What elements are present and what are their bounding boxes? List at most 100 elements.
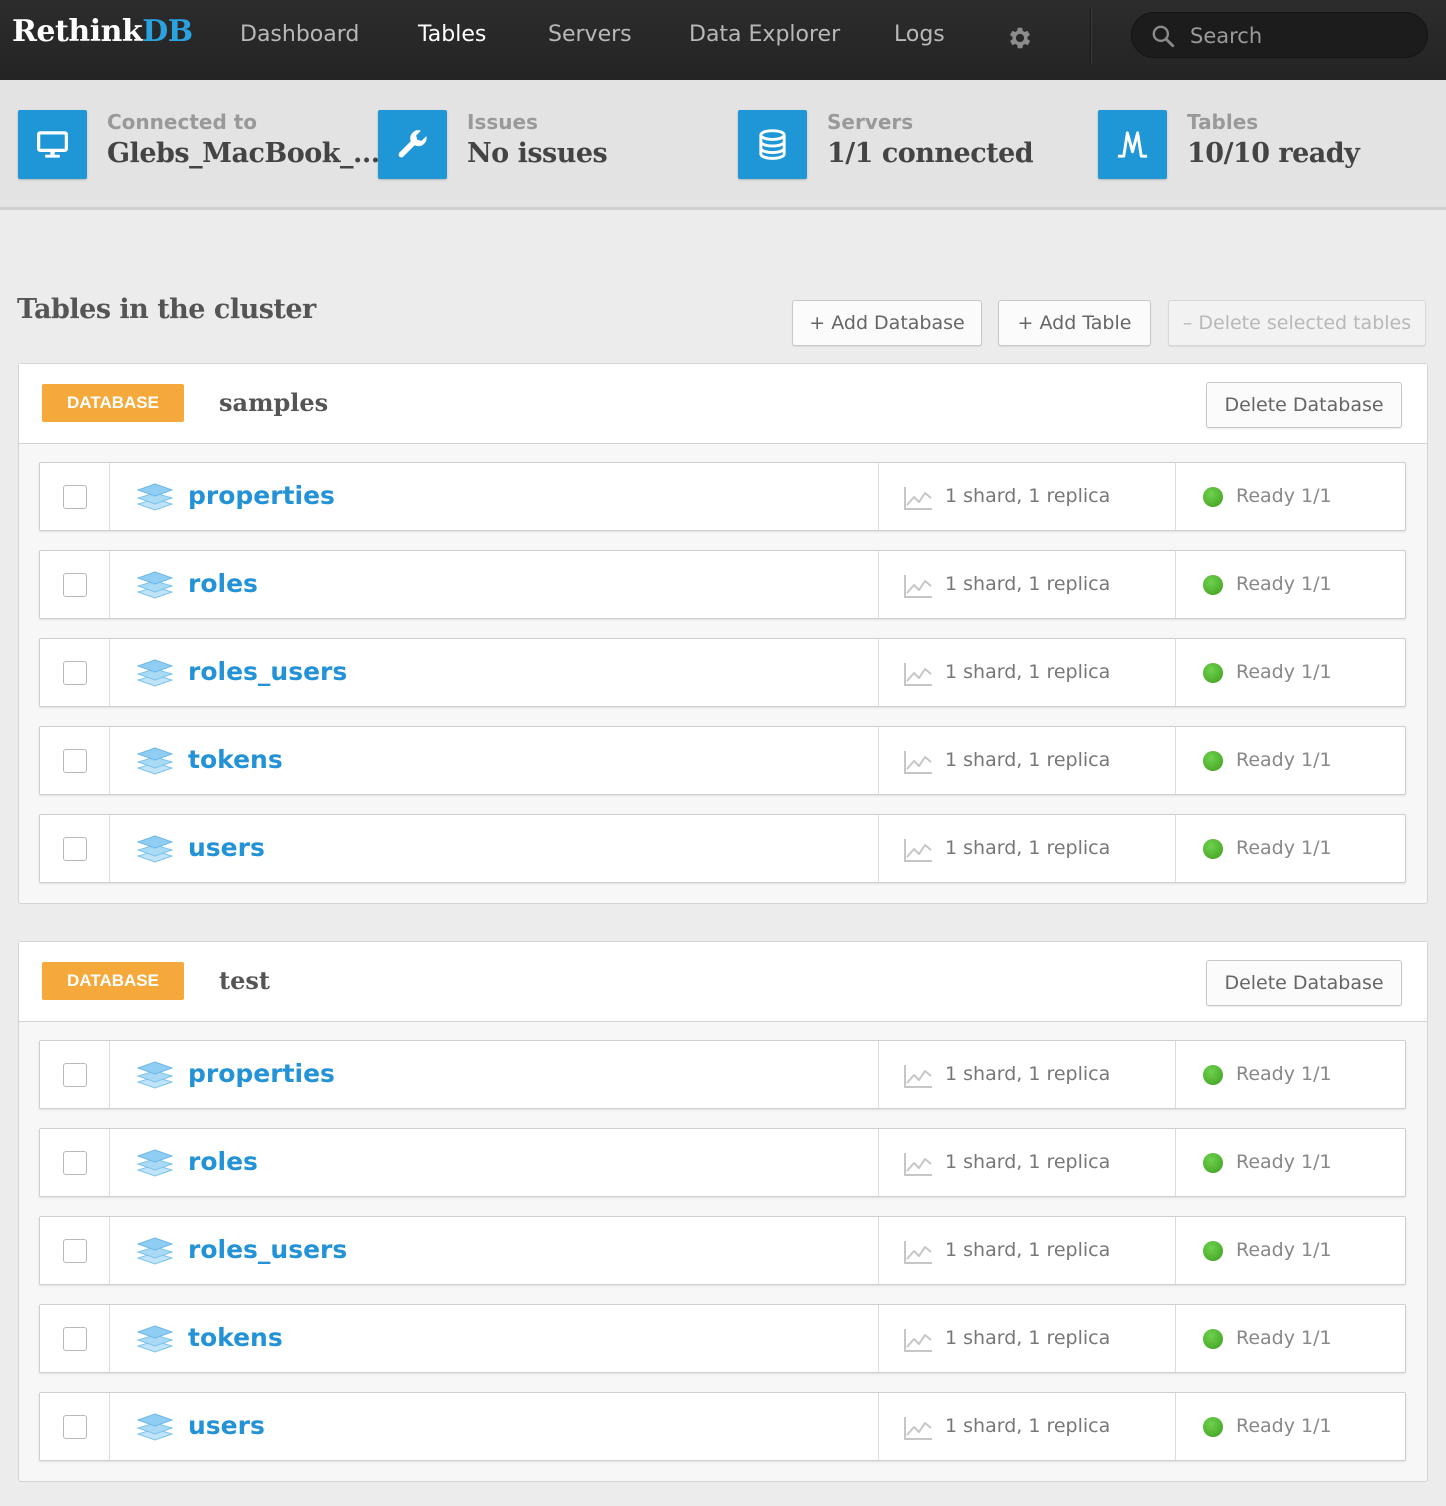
checkbox-cell (40, 1041, 110, 1108)
nav-servers[interactable]: Servers (548, 22, 632, 47)
table-row: roles_users 1 shard, 1 replica Ready 1/1 (39, 638, 1406, 707)
rethinkdb-logo[interactable]: RethinkDB (12, 14, 193, 49)
ready-status-dot (1203, 1153, 1223, 1173)
table-name-link[interactable]: users (188, 1411, 265, 1440)
status-tile (1098, 110, 1167, 179)
table-select-checkbox[interactable] (63, 749, 87, 773)
shard-cell: 1 shard, 1 replica (878, 1305, 1176, 1372)
shard-cell: 1 shard, 1 replica (878, 1393, 1176, 1460)
chart-icon (904, 487, 932, 510)
ready-status-dot (1203, 663, 1223, 683)
table-name-link[interactable]: tokens (188, 1323, 283, 1352)
status-tile (378, 110, 447, 179)
database-badge: DATABASE (42, 384, 184, 422)
table-name-link[interactable]: roles_users (188, 657, 347, 686)
table-select-checkbox[interactable] (63, 1063, 87, 1087)
ready-status-dot (1203, 575, 1223, 595)
status-tile (738, 110, 807, 179)
page-title: Tables in the cluster (17, 294, 316, 325)
status-tables[interactable]: Tables 10/10 ready (1098, 110, 1438, 180)
status-tile (18, 110, 87, 179)
nav-tables[interactable]: Tables (418, 22, 486, 47)
shard-cell: 1 shard, 1 replica (878, 639, 1176, 706)
status-value: 10/10 ready (1187, 138, 1360, 169)
table-select-checkbox[interactable] (63, 837, 87, 861)
status-servers[interactable]: Servers 1/1 connected (738, 110, 1078, 180)
ready-status-dot (1203, 1417, 1223, 1437)
status-value: 1/1 connected (827, 138, 1034, 169)
table-name-link[interactable]: properties (188, 481, 335, 510)
table-name-link[interactable]: users (188, 833, 265, 862)
search-input[interactable] (1190, 21, 1410, 51)
delete-database-button[interactable]: Delete Database (1206, 960, 1402, 1006)
table-select-checkbox[interactable] (63, 661, 87, 685)
search-box[interactable] (1131, 12, 1428, 58)
table-layers-icon (136, 1413, 174, 1441)
checkbox-cell (40, 639, 110, 706)
nav-data-explorer[interactable]: Data Explorer (689, 22, 840, 47)
table-select-checkbox[interactable] (63, 573, 87, 597)
add-database-button[interactable]: + Add Database (792, 300, 982, 346)
nav-logs[interactable]: Logs (894, 22, 945, 47)
shard-cell: 1 shard, 1 replica (878, 1041, 1176, 1108)
ready-status-dot (1203, 839, 1223, 859)
table-row: properties 1 shard, 1 replica Ready 1/1 (39, 462, 1406, 531)
ready-status-text: Ready 1/1 (1236, 749, 1332, 771)
table-layers-icon (136, 571, 174, 599)
shard-replica-text: 1 shard, 1 replica (945, 573, 1111, 595)
search-icon (1152, 25, 1175, 48)
table-row: properties 1 shard, 1 replica Ready 1/1 (39, 1040, 1406, 1109)
ready-status-text: Ready 1/1 (1236, 1151, 1332, 1173)
table-select-checkbox[interactable] (63, 485, 87, 509)
table-row: roles 1 shard, 1 replica Ready 1/1 (39, 550, 1406, 619)
table-row: tokens 1 shard, 1 replica Ready 1/1 (39, 726, 1406, 795)
shard-replica-text: 1 shard, 1 replica (945, 1415, 1111, 1437)
database-badge: DATABASE (42, 962, 184, 1000)
table-layers-icon (136, 835, 174, 863)
chart-icon (904, 1153, 932, 1176)
checkbox-cell (40, 1393, 110, 1460)
add-table-button[interactable]: + Add Table (998, 300, 1151, 346)
table-name-link[interactable]: tokens (188, 745, 283, 774)
ready-status-text: Ready 1/1 (1236, 1327, 1332, 1349)
table-select-checkbox[interactable] (63, 1151, 87, 1175)
ready-status-dot (1203, 1065, 1223, 1085)
delete-selected-tables-button[interactable]: – Delete selected tables (1168, 300, 1426, 346)
status-connected[interactable]: Connected to Glebs_MacBook_... (18, 110, 380, 180)
shard-replica-text: 1 shard, 1 replica (945, 1151, 1111, 1173)
shard-cell: 1 shard, 1 replica (878, 727, 1176, 794)
shard-cell: 1 shard, 1 replica (878, 551, 1176, 618)
database-name[interactable]: samples (219, 388, 328, 417)
wrench-icon (398, 130, 427, 158)
gear-icon[interactable] (1006, 24, 1034, 52)
status-value: No issues (467, 138, 608, 169)
delete-database-button[interactable]: Delete Database (1206, 382, 1402, 428)
chart-icon (904, 1241, 932, 1264)
nav-dashboard[interactable]: Dashboard (240, 22, 359, 47)
status-label: Connected to (107, 110, 258, 134)
table-name-link[interactable]: roles (188, 1147, 258, 1176)
database-name[interactable]: test (219, 966, 270, 995)
tables-pulse-icon (1117, 131, 1148, 158)
table-layers-icon (136, 1149, 174, 1177)
shard-replica-text: 1 shard, 1 replica (945, 1063, 1111, 1085)
database-panel-test: DATABASE test Delete Database properties… (18, 941, 1428, 1482)
table-row: roles_users 1 shard, 1 replica Ready 1/1 (39, 1216, 1406, 1285)
status-label: Tables (1187, 110, 1259, 134)
table-name-link[interactable]: roles_users (188, 1235, 347, 1264)
table-select-checkbox[interactable] (63, 1327, 87, 1351)
table-name-link[interactable]: roles (188, 569, 258, 598)
checkbox-cell (40, 1305, 110, 1372)
database-icon (759, 129, 786, 160)
table-select-checkbox[interactable] (63, 1415, 87, 1439)
table-name-link[interactable]: properties (188, 1059, 335, 1088)
table-layers-icon (136, 1237, 174, 1265)
ready-status-text: Ready 1/1 (1236, 661, 1332, 683)
status-value: Glebs_MacBook_... (107, 138, 380, 169)
table-layers-icon (136, 483, 174, 511)
checkbox-cell (40, 1217, 110, 1284)
ready-status-text: Ready 1/1 (1236, 573, 1332, 595)
table-select-checkbox[interactable] (63, 1239, 87, 1263)
status-label: Servers (827, 110, 914, 134)
status-issues[interactable]: Issues No issues (378, 110, 718, 180)
